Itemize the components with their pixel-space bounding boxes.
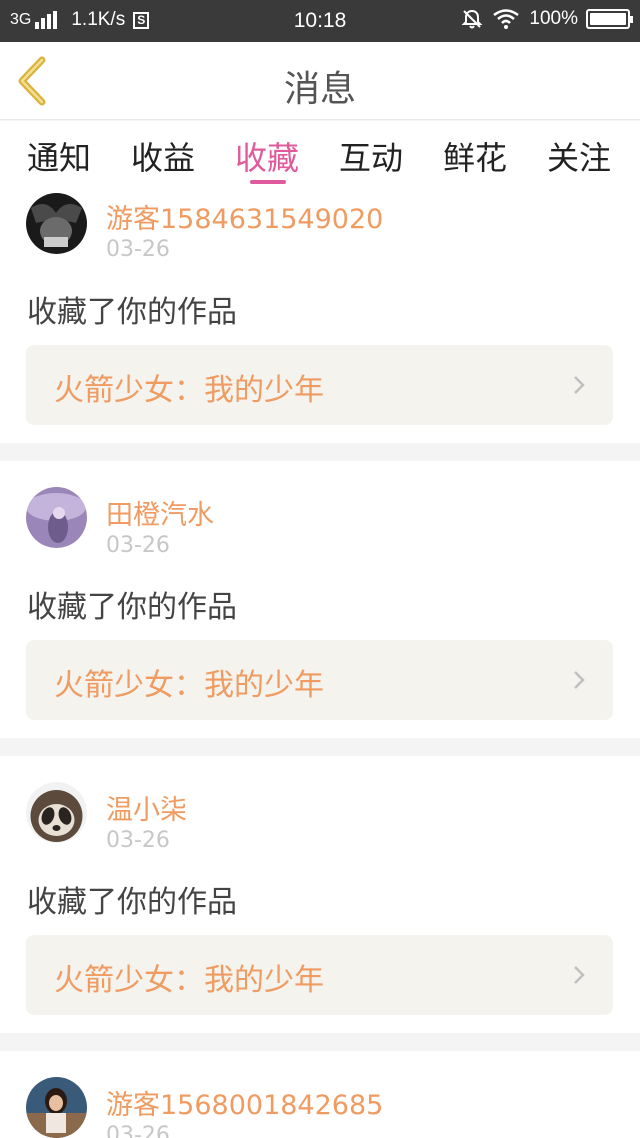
username[interactable]: 游客1568001842685 xyxy=(106,1083,383,1122)
message-card: 游客1568001842685 03-26 xyxy=(0,1051,640,1138)
username[interactable]: 游客1584631549020 xyxy=(106,197,383,236)
page-title: 消息 xyxy=(283,69,356,110)
tab-notification[interactable]: 通知 xyxy=(27,133,91,179)
message-date: 03-26 xyxy=(106,1123,170,1138)
work-link[interactable]: 火箭少女：我的少年 xyxy=(26,935,613,1015)
wifi-icon xyxy=(493,9,520,29)
tab-follow[interactable]: 关注 xyxy=(547,133,611,179)
avatar[interactable] xyxy=(26,193,87,254)
message-date: 03-26 xyxy=(106,533,170,558)
tab-favorites[interactable]: 收藏 xyxy=(235,133,299,179)
action-text: 收藏了你的作品 xyxy=(27,590,237,625)
avatar[interactable] xyxy=(26,1077,87,1138)
avatar[interactable] xyxy=(26,487,87,548)
message-card: 田橙汽水 03-26 收藏了你的作品 火箭少女：我的少年 xyxy=(0,461,640,738)
chevron-right-icon xyxy=(574,671,585,689)
avatar[interactable] xyxy=(26,782,87,843)
message-card: 游客1584631549020 03-26 收藏了你的作品 火箭少女：我的少年 xyxy=(0,189,640,443)
tab-bar: 通知 收益 收藏 互动 鲜花 关注 xyxy=(0,121,640,189)
message-date: 03-26 xyxy=(106,237,170,262)
message-card: 温小柒 03-26 收藏了你的作品 火箭少女：我的少年 xyxy=(0,756,640,1033)
status-bar: 3G 1.1K/s S 10:18 100% xyxy=(0,0,640,42)
work-link[interactable]: 火箭少女：我的少年 xyxy=(26,640,613,720)
mute-bell-icon xyxy=(461,9,483,29)
work-title: 火箭少女：我的少年 xyxy=(54,373,324,408)
tab-flowers[interactable]: 鲜花 xyxy=(443,133,507,179)
message-date: 03-26 xyxy=(106,828,170,853)
nav-bar: 消息 xyxy=(0,42,640,120)
chevron-right-icon xyxy=(574,376,585,394)
tab-earnings[interactable]: 收益 xyxy=(131,133,195,179)
username[interactable]: 田橙汽水 xyxy=(106,493,214,532)
chevron-right-icon xyxy=(574,966,585,984)
action-text: 收藏了你的作品 xyxy=(27,295,237,330)
active-tab-indicator xyxy=(250,180,286,184)
work-title: 火箭少女：我的少年 xyxy=(54,668,324,703)
tab-interaction[interactable]: 互动 xyxy=(339,133,403,179)
work-link[interactable]: 火箭少女：我的少年 xyxy=(26,345,613,425)
battery-icon xyxy=(586,9,633,29)
work-title: 火箭少女：我的少年 xyxy=(54,963,324,998)
username[interactable]: 温小柒 xyxy=(106,788,187,827)
action-text: 收藏了你的作品 xyxy=(27,885,237,920)
battery-percent: 100% xyxy=(529,8,578,29)
